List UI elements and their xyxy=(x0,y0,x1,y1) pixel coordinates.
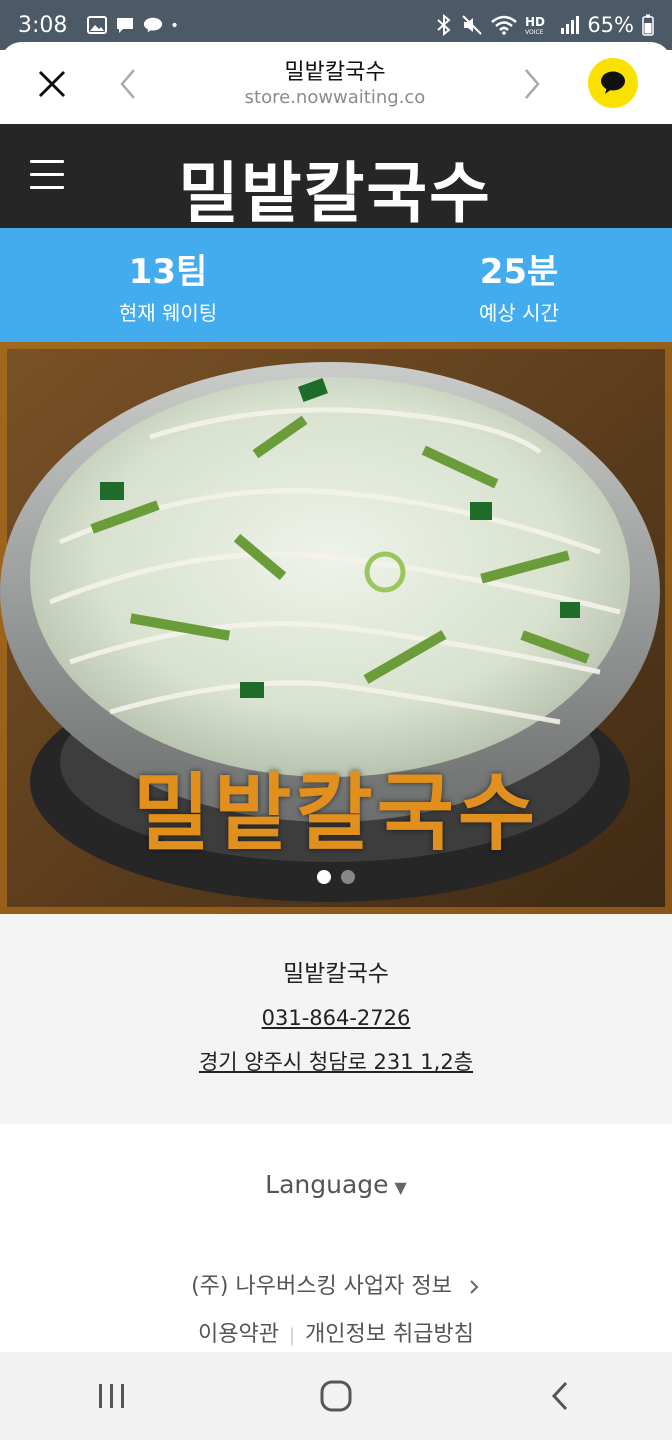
divider: | xyxy=(288,1325,296,1346)
close-icon xyxy=(38,70,66,98)
bluetooth-icon xyxy=(437,14,451,36)
menu-line-icon xyxy=(30,186,64,189)
svg-text:HD: HD xyxy=(525,15,545,29)
chevron-right-icon xyxy=(525,69,540,99)
site-header: 밀밭칼국수 xyxy=(0,124,672,232)
carousel-dot-1[interactable] xyxy=(317,870,331,884)
talk-icon xyxy=(144,17,163,33)
battery-percent: 65% xyxy=(587,13,634,37)
battery-icon xyxy=(642,14,654,36)
expected-time-value: 25분 xyxy=(479,252,559,292)
carousel-indicator xyxy=(0,870,672,884)
company-info-label: (주) 나우버스킹 사업자 정보 xyxy=(191,1274,452,1299)
dot-icon xyxy=(172,22,178,28)
store-name: 밀밭칼국수 xyxy=(283,961,389,987)
chevron-right-icon xyxy=(470,1280,479,1294)
store-info-section: 밀밭칼국수 031-864-2726 경기 양주시 청담로 231 1,2층 xyxy=(0,914,672,1124)
language-label: Language xyxy=(265,1170,389,1199)
dropdown-arrow-icon: ▼ xyxy=(394,1178,407,1197)
store-phone-link[interactable]: 031-864-2726 xyxy=(0,1006,672,1030)
mute-icon xyxy=(462,15,483,35)
browser-forward-button[interactable] xyxy=(516,64,548,104)
legal-links: 이용약관 | 개인정보 취급방침 xyxy=(0,1316,672,1348)
terms-link[interactable]: 이용약관 xyxy=(198,1322,279,1347)
kakaotalk-share-button[interactable] xyxy=(588,58,638,108)
signal-icon xyxy=(561,16,580,34)
menu-line-icon xyxy=(30,173,64,176)
browser-url: store.nowwaiting.co xyxy=(244,87,426,108)
status-time: 3:08 xyxy=(18,12,68,38)
current-waiting-stat: 13팀 현재 웨이팅 xyxy=(0,228,336,342)
recent-apps-icon xyxy=(99,1384,124,1408)
hero-image-carousel[interactable]: 밀밭칼국수 xyxy=(0,342,672,914)
waiting-teams-label: 현재 웨이팅 xyxy=(118,301,218,325)
system-navigation-bar xyxy=(0,1352,672,1440)
speech-bubble-icon xyxy=(601,71,625,94)
expected-time-stat: 25분 예상 시간 xyxy=(336,228,672,342)
company-info-link[interactable]: (주) 나우버스킹 사업자 정보 xyxy=(0,1268,672,1300)
wifi-icon xyxy=(491,15,518,35)
message-icon xyxy=(117,18,134,33)
language-selector[interactable]: Language ▼ xyxy=(0,1170,672,1199)
browser-back-button[interactable] xyxy=(112,64,144,104)
browser-page-title: 밀밭칼국수 xyxy=(284,60,386,85)
svg-text:VOICE: VOICE xyxy=(525,29,544,36)
carousel-dot-2[interactable] xyxy=(341,870,355,884)
back-icon xyxy=(551,1381,568,1411)
recent-apps-button[interactable] xyxy=(82,1366,142,1426)
store-logo: 밀밭칼국수 xyxy=(178,155,492,232)
back-button[interactable] xyxy=(530,1366,590,1426)
chevron-left-icon xyxy=(120,69,135,99)
waiting-teams-value: 13팀 xyxy=(128,252,208,292)
hero-caption: 밀밭칼국수 xyxy=(132,764,540,862)
hamburger-menu-button[interactable] xyxy=(30,160,64,190)
browser-toolbar: 밀밭칼국수 store.nowwaiting.co xyxy=(0,42,672,124)
expected-time-label: 예상 시간 xyxy=(479,301,559,325)
home-button[interactable] xyxy=(306,1366,366,1426)
close-button[interactable] xyxy=(30,62,74,106)
home-icon xyxy=(320,1380,352,1412)
store-address-link[interactable]: 경기 양주시 청담로 231 1,2층 xyxy=(0,1046,672,1076)
privacy-policy-link[interactable]: 개인정보 취급방침 xyxy=(305,1322,474,1347)
hd-voice-icon: HDVOICE xyxy=(525,15,545,36)
gallery-icon xyxy=(87,16,108,34)
menu-line-icon xyxy=(30,160,64,163)
waiting-status-bar: 13팀 현재 웨이팅 25분 예상 시간 xyxy=(0,228,672,342)
